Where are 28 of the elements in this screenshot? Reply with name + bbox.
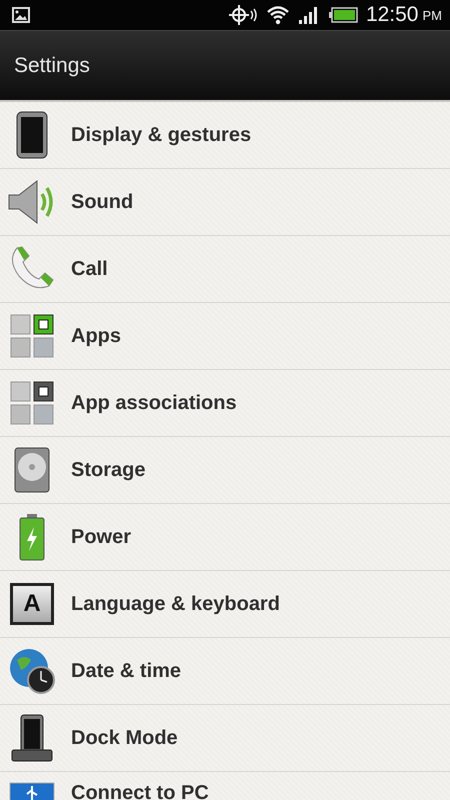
gallery-notification-icon bbox=[12, 7, 30, 23]
settings-item[interactable]: Language & keyboard bbox=[71, 592, 280, 616]
hard-drive-icon bbox=[14, 447, 50, 493]
settings-item[interactable]: Storage bbox=[71, 458, 146, 482]
battery-charging-icon bbox=[19, 513, 45, 561]
settings-item[interactable]: Dock Mode bbox=[71, 726, 178, 750]
settings-item[interactable]: Call bbox=[71, 258, 108, 280]
settings-item[interactable]: Connect to PC bbox=[71, 782, 209, 800]
settings-item[interactable]: Date & time bbox=[71, 660, 182, 682]
wifi-icon bbox=[266, 5, 290, 25]
phone-dock-icon bbox=[10, 714, 54, 762]
phone-icon bbox=[15, 111, 49, 159]
clock-period: PM bbox=[422, 8, 442, 22]
settings-item[interactable]: Display & gestures bbox=[71, 124, 252, 146]
signal-icon bbox=[298, 6, 320, 24]
app-grid-icon bbox=[9, 380, 55, 426]
globe-clock-icon bbox=[9, 648, 55, 694]
battery-icon bbox=[328, 7, 358, 23]
settings-item[interactable]: Power bbox=[71, 526, 132, 548]
usb-icon bbox=[9, 782, 55, 800]
settings-item[interactable]: Sound bbox=[71, 190, 134, 214]
app-grid-icon bbox=[9, 313, 55, 359]
settings-item[interactable]: App associations bbox=[71, 392, 237, 414]
screen-title: Settings bbox=[14, 54, 90, 78]
clock-time: 12:50 bbox=[366, 3, 418, 27]
keyboard-key-icon: A bbox=[10, 583, 54, 625]
settings-item[interactable]: Apps bbox=[71, 324, 121, 348]
gps-icon bbox=[228, 4, 258, 26]
